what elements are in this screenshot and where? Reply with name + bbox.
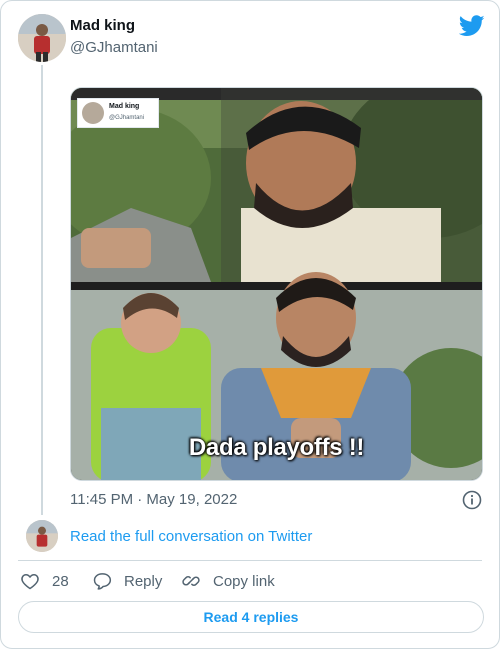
copy-link-button[interactable]: Copy link: [181, 569, 275, 593]
reply-button[interactable]: Reply: [92, 569, 162, 593]
link-icon: [182, 576, 200, 586]
copy-link-label: Copy link: [213, 572, 275, 590]
inner-avatar: [82, 102, 104, 124]
reply-icon: [93, 573, 112, 590]
inner-tweet-handle: @GJhamtani: [109, 115, 145, 121]
avatar[interactable]: [18, 14, 66, 62]
read-replies-button[interactable]: Read 4 replies: [18, 601, 484, 633]
meme-caption: Dada playoffs !!: [188, 434, 365, 461]
user-name[interactable]: Mad king: [70, 17, 135, 34]
info-icon[interactable]: [462, 490, 482, 510]
reply-label: Reply: [124, 572, 163, 590]
twitter-bird-icon[interactable]: [459, 15, 485, 37]
like-button[interactable]: 28: [20, 569, 69, 593]
divider: [18, 560, 482, 561]
tweet-timestamp[interactable]: 11:45 PM · May 19, 2022: [70, 491, 237, 508]
meme-image: [71, 88, 482, 480]
read-conversation-link[interactable]: Read the full conversation on Twitter: [70, 528, 312, 545]
tweet-media-image[interactable]: Mad king @GJhamtani Dada playoffs !!: [70, 87, 483, 481]
inner-tweet-name: Mad king: [109, 103, 140, 110]
embedded-tweet-badge: Mad king @GJhamtani: [77, 98, 159, 128]
heart-icon: [21, 574, 39, 590]
embedded-tweet-card: Mad king @GJhamtani Mad king @GJhamtani …: [0, 0, 500, 649]
user-handle[interactable]: @GJhamtani: [70, 39, 158, 56]
conversation-avatar[interactable]: [26, 520, 58, 552]
thread-line: [41, 65, 43, 515]
like-count: 28: [52, 572, 69, 590]
